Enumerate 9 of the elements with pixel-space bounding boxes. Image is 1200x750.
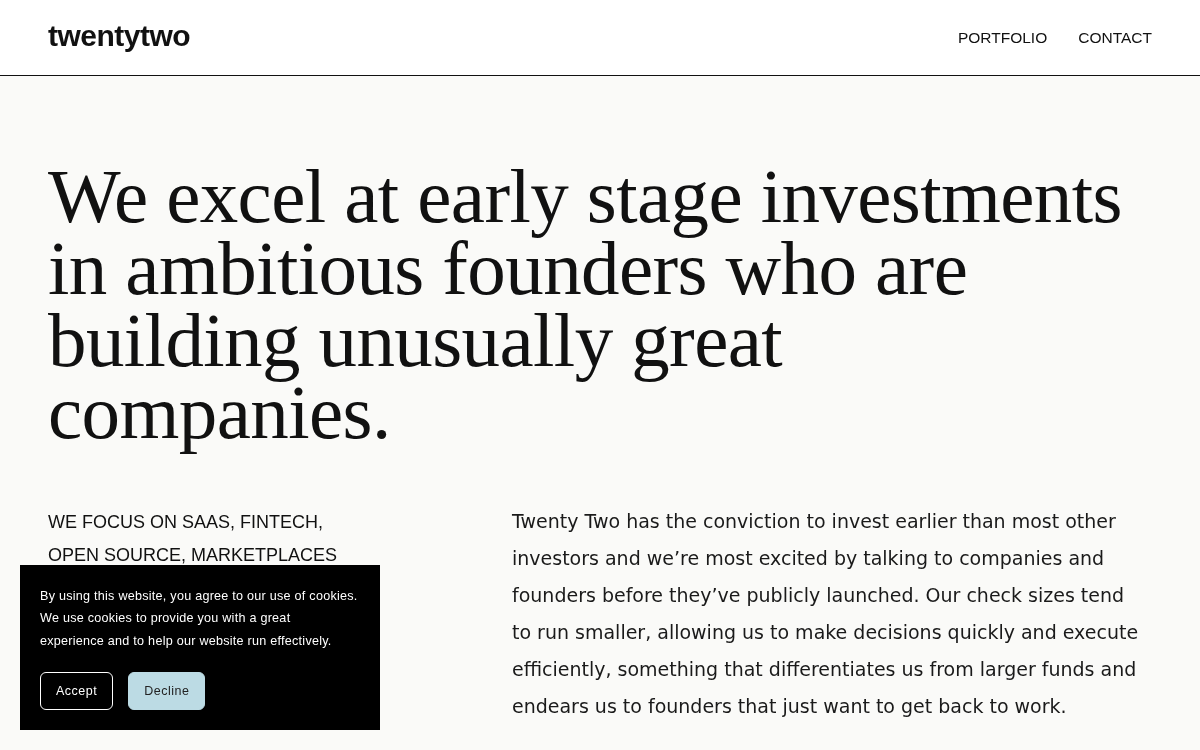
headline: We excel at early stage investments in ambitious founders who are building unusually great companies. [48, 160, 1123, 457]
nav-link[interactable]: PORTFOLIO [957, 28, 1048, 47]
logo-link[interactable]: twentytwo [48, 18, 191, 53]
accept-button[interactable]: Accept [40, 672, 114, 710]
decline-button[interactable]: Decline [128, 672, 206, 710]
nav-link[interactable]: CONTACT [1078, 28, 1152, 47]
focus-text: WE FOCUS ON SAAS, FINTECH, OPEN SOURCE, MARKETPLACES [48, 511, 339, 567]
about-paragraph: Twenty Two has the conviction to invest earlier than most other investors and we’re most excited by talking to companies and founders before they’ve publicly launched. Our check sizes tend to run smaller, allowing us to make decisions quickly and execute efficiently, something that differentiates us from larger funds and endears us to founders that just want to get back to work. [512, 509, 1140, 719]
cookie-message: By using this website, you agree to our use of cookies. We use cookies to provide you with a great experience and to help our website run effectively. [40, 587, 359, 650]
